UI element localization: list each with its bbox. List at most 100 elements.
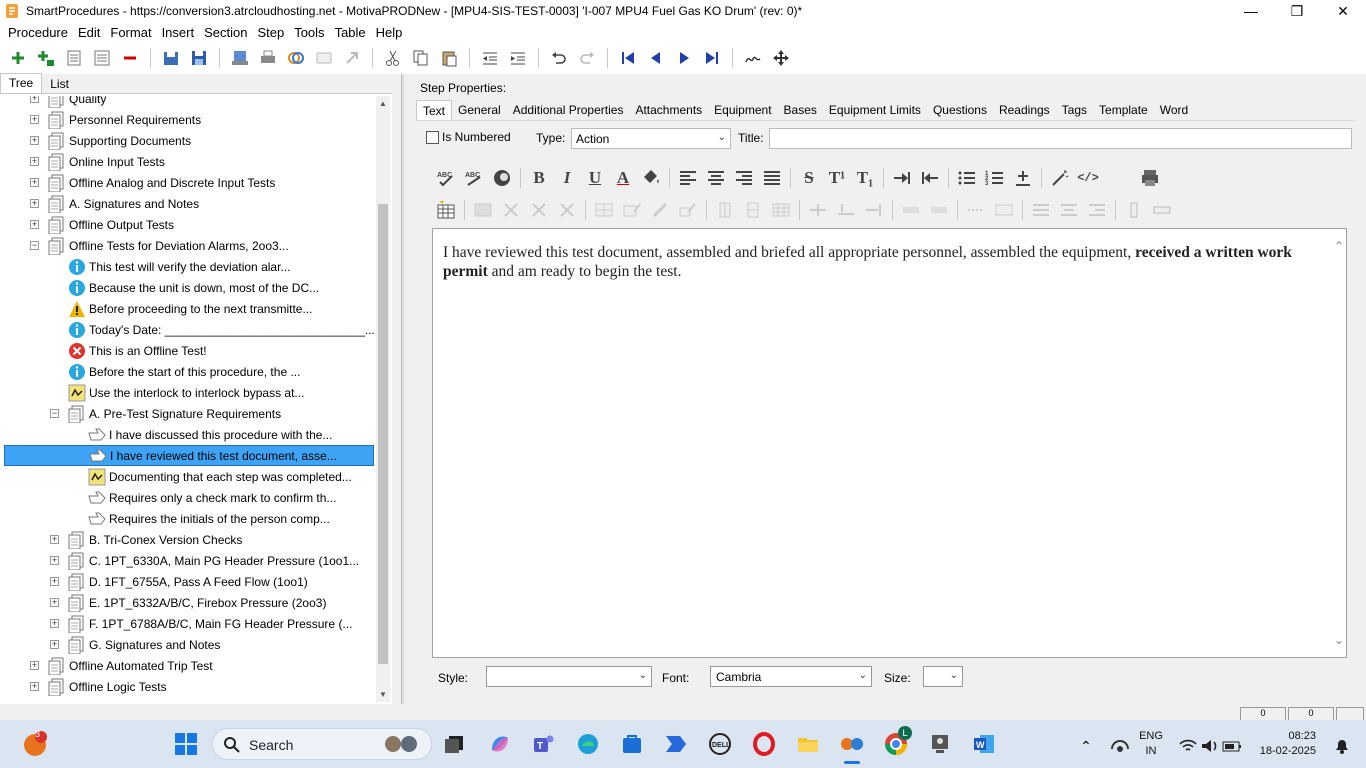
tab-questions[interactable]: Questions: [927, 100, 993, 120]
close-button[interactable]: ✕: [1320, 0, 1366, 22]
italic-button[interactable]: I: [555, 166, 579, 190]
tree-node[interactable]: + Offline Automated Trip Test: [30, 655, 213, 676]
copilot-button[interactable]: [486, 730, 514, 758]
copy-button[interactable]: [410, 47, 432, 69]
menu-procedure[interactable]: Procedure: [3, 25, 73, 40]
table-tool-4-button[interactable]: [555, 198, 579, 222]
spell-check-button[interactable]: [742, 47, 764, 69]
tree-node[interactable]: Use the interlock to interlock bypass at…: [50, 382, 304, 403]
tree-node[interactable]: + Personnel Requirements: [30, 109, 201, 130]
link-button[interactable]: [285, 47, 307, 69]
add-substep-button[interactable]: [35, 47, 57, 69]
word-button[interactable]: W: [970, 730, 998, 758]
step-text[interactable]: I have reviewed this test document, asse…: [443, 243, 1313, 281]
language-line-1[interactable]: ENG: [1134, 730, 1168, 742]
undo-button[interactable]: [548, 47, 570, 69]
expand-icon[interactable]: +: [50, 598, 59, 607]
tree-node[interactable]: This is an Offline Test!: [50, 340, 207, 361]
chrome-button[interactable]: L: [882, 726, 912, 758]
font-select[interactable]: Cambria ⌄: [710, 666, 872, 687]
move-button[interactable]: [770, 47, 792, 69]
justify-button[interactable]: [760, 166, 784, 190]
tree-node[interactable]: + Offline Output Tests: [30, 214, 174, 235]
scroll-up-icon[interactable]: ⌃: [1334, 239, 1344, 253]
tab-text[interactable]: Text: [416, 100, 453, 120]
expand-icon[interactable]: +: [30, 157, 39, 166]
redo-button[interactable]: [576, 47, 598, 69]
tree-node[interactable]: + Online Input Tests: [30, 151, 165, 172]
table-tool-2-button[interactable]: [499, 198, 523, 222]
title-input[interactable]: [769, 128, 1352, 149]
indent-button[interactable]: [507, 47, 529, 69]
table-tool-23-button[interactable]: [1150, 198, 1174, 222]
tree-node[interactable]: Today's Date: __________________________…: [50, 319, 374, 340]
tab-additional-properties[interactable]: Additional Properties: [507, 100, 630, 120]
scroll-down-icon[interactable]: ⌄: [1334, 633, 1344, 647]
increase-indent-button[interactable]: [890, 166, 914, 190]
tray-overflow-button[interactable]: ⌃: [1072, 732, 1100, 760]
outdent-button[interactable]: [479, 47, 501, 69]
tree-node[interactable]: Requires only a check mark to confirm th…: [70, 487, 336, 508]
tab-general[interactable]: General: [452, 100, 507, 120]
tree-node[interactable]: + Offline Analog and Discrete Input Tests: [30, 172, 275, 193]
menu-format[interactable]: Format: [105, 25, 156, 40]
menu-step[interactable]: Step: [252, 25, 289, 40]
expand-icon[interactable]: +: [50, 535, 59, 544]
type-select[interactable]: Action ⌄: [571, 128, 731, 149]
menu-help[interactable]: Help: [371, 25, 408, 40]
align-left-button[interactable]: [676, 166, 700, 190]
clock-time[interactable]: 08:23: [1246, 730, 1316, 742]
cut-button[interactable]: [382, 47, 404, 69]
tree-node[interactable]: I have discussed this procedure with the…: [70, 424, 332, 445]
scroll-thumb[interactable]: [378, 204, 388, 664]
subscript-button[interactable]: T₁: [853, 166, 877, 190]
tree-node[interactable]: + Quality: [30, 96, 106, 109]
html-source-button[interactable]: </>: [1076, 166, 1100, 190]
scroll-down-icon[interactable]: ▼: [376, 690, 390, 699]
dell-button[interactable]: DELL: [706, 730, 734, 758]
expand-icon[interactable]: +: [30, 661, 39, 670]
highlight-button[interactable]: [490, 166, 514, 190]
power-automate-button[interactable]: [662, 730, 690, 758]
table-tool-6-button[interactable]: [620, 198, 644, 222]
minimize-button[interactable]: —: [1228, 0, 1274, 22]
tree-node[interactable]: − A. Pre-Test Signature Requirements: [50, 403, 281, 424]
table-tool-8-button[interactable]: [676, 198, 700, 222]
tab-tags[interactable]: Tags: [1056, 100, 1093, 120]
battery-button[interactable]: [1218, 732, 1246, 760]
tree-node[interactable]: Requires the initials of the person comp…: [70, 508, 330, 529]
first-button[interactable]: [617, 47, 639, 69]
table-tool-12-button[interactable]: [806, 198, 830, 222]
store-button[interactable]: [618, 730, 646, 758]
menu-section[interactable]: Section: [199, 25, 252, 40]
expand-icon[interactable]: +: [50, 556, 59, 565]
file-explorer-button[interactable]: [794, 730, 822, 758]
save-button[interactable]: [188, 47, 210, 69]
collapse-button[interactable]: [63, 47, 85, 69]
remote-desktop-button[interactable]: [926, 730, 954, 758]
tab-equipment[interactable]: Equipment: [708, 100, 777, 120]
expand-button[interactable]: [91, 47, 113, 69]
tree-node[interactable]: Because the unit is down, most of the DC…: [50, 277, 319, 298]
insert-table-button[interactable]: [434, 198, 458, 222]
last-button[interactable]: [701, 47, 723, 69]
paste-button[interactable]: [438, 47, 460, 69]
delete-button[interactable]: [119, 47, 141, 69]
expand-icon[interactable]: +: [30, 682, 39, 691]
disabled-tool-button-2[interactable]: [341, 47, 363, 69]
clock-date[interactable]: 18-02-2025: [1246, 745, 1316, 757]
publish-button[interactable]: [229, 47, 251, 69]
table-tool-18-button[interactable]: [992, 198, 1016, 222]
table-tool-19-button[interactable]: [1029, 198, 1053, 222]
tab-equipment-limits[interactable]: Equipment Limits: [823, 100, 927, 120]
expand-icon[interactable]: +: [30, 136, 39, 145]
tab-list[interactable]: List: [42, 75, 77, 93]
bullet-list-button[interactable]: [955, 166, 979, 190]
tab-readings[interactable]: Readings: [993, 100, 1056, 120]
collapse-icon[interactable]: −: [30, 241, 39, 250]
size-select[interactable]: ⌄: [923, 666, 963, 687]
table-tool-13-button[interactable]: [834, 198, 858, 222]
expand-icon[interactable]: +: [50, 640, 59, 649]
tree-node[interactable]: + D. 1FT_6755A, Pass A Feed Flow (1oo1): [50, 571, 308, 592]
tree-node[interactable]: Documenting that each step was completed…: [70, 466, 352, 487]
